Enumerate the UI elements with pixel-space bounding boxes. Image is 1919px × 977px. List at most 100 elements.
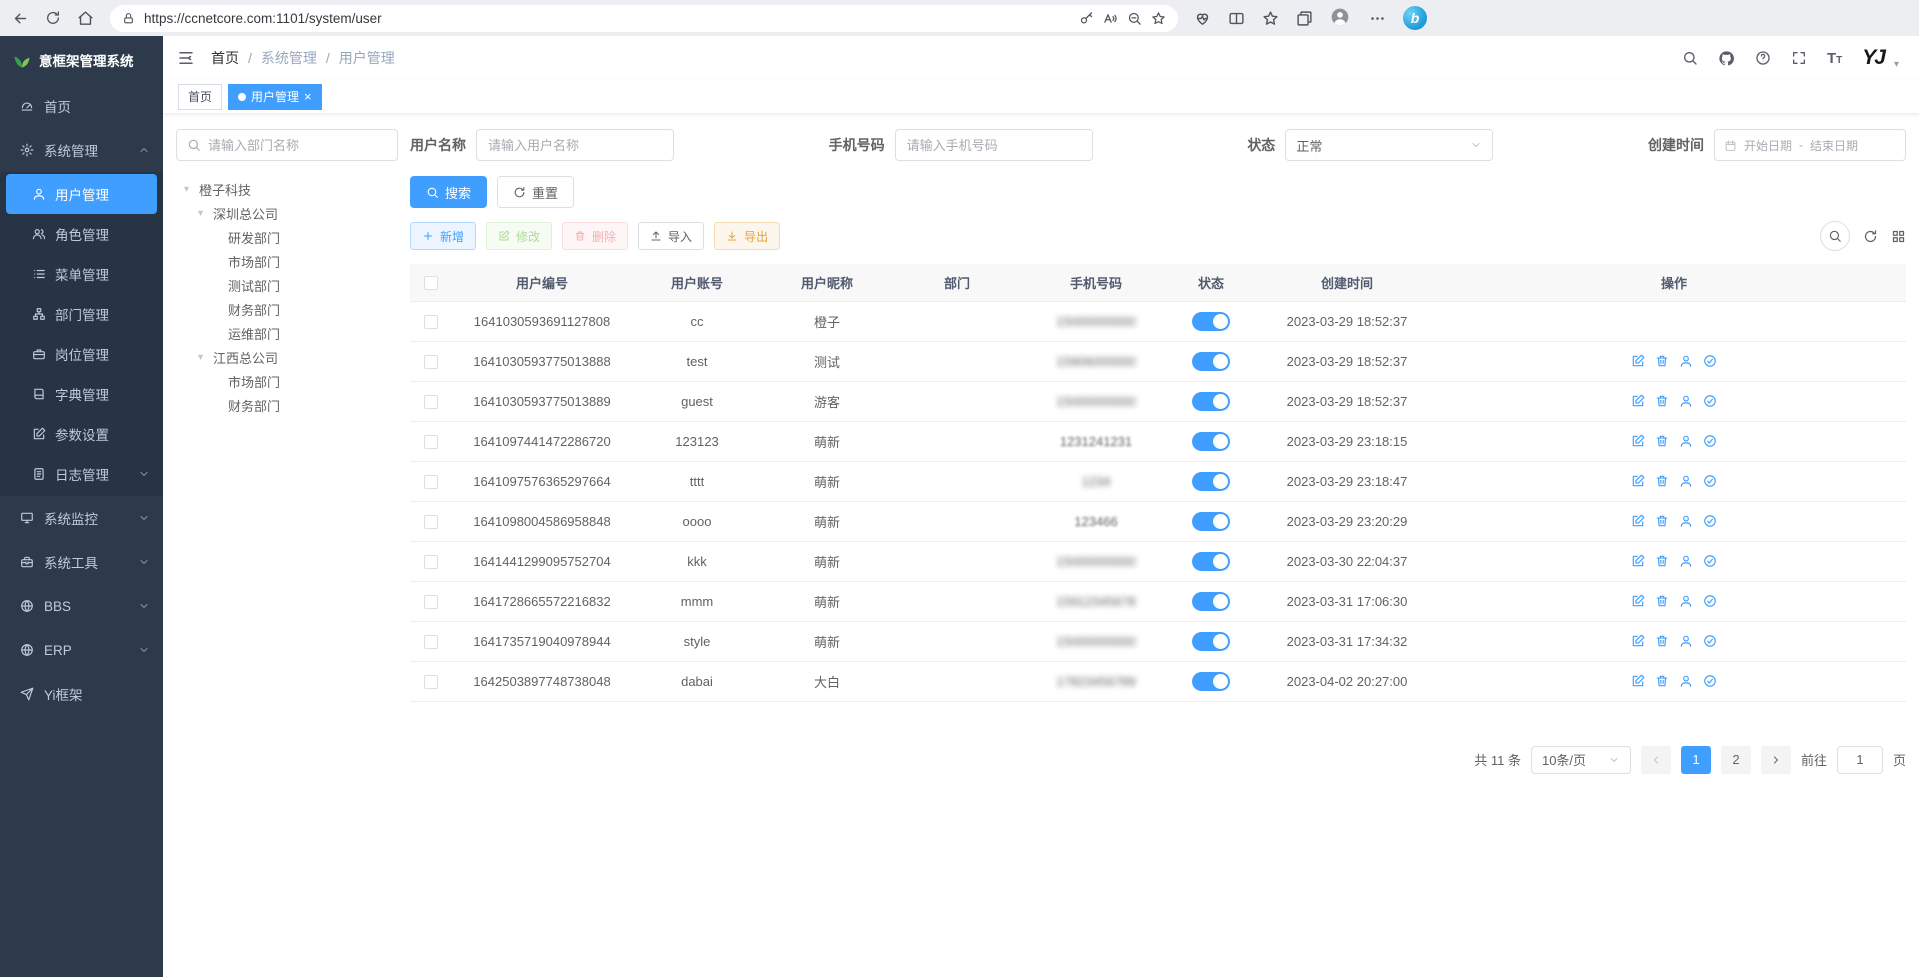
table-row[interactable]: 1641441299095752704 kkk 萌新 15000000000 2… (410, 541, 1906, 581)
delete-button[interactable]: 删除 (562, 222, 628, 250)
read-aloud-icon[interactable] (1103, 11, 1118, 26)
browser-essentials-icon[interactable] (1194, 10, 1211, 27)
username-input[interactable] (476, 129, 674, 161)
tree-expand-icon[interactable]: ▾ (198, 352, 208, 363)
sidebar-item-system-monitoring[interactable]: 系统监控 (0, 496, 163, 540)
select-all-checkbox[interactable] (424, 276, 438, 290)
url-text[interactable]: https://ccnetcore.com:1101/system/user (144, 11, 1070, 26)
tree-node[interactable]: 研发部门 (176, 225, 398, 249)
search-button[interactable]: 搜索 (410, 176, 487, 208)
delete-icon[interactable] (1655, 554, 1669, 568)
assign-role-icon[interactable] (1703, 514, 1717, 528)
table-row[interactable]: 1641097441472286720 123123 萌新 1231241231… (410, 421, 1906, 461)
export-button[interactable]: 导出 (714, 222, 780, 250)
delete-icon[interactable] (1655, 594, 1669, 608)
goto-page-input[interactable] (1837, 746, 1883, 774)
edit-icon[interactable] (1631, 354, 1645, 368)
assign-role-icon[interactable] (1703, 594, 1717, 608)
import-button[interactable]: 导入 (638, 222, 704, 250)
table-row[interactable]: 1641735719040978944 style 萌新 15000000000… (410, 621, 1906, 661)
status-toggle[interactable] (1192, 632, 1230, 651)
column-settings-icon[interactable] (1891, 229, 1906, 244)
github-icon[interactable] (1718, 50, 1735, 67)
table-row[interactable]: 1641030593775013888 test 测试 15906000000 … (410, 341, 1906, 381)
reset-password-icon[interactable] (1679, 674, 1693, 688)
delete-icon[interactable] (1655, 634, 1669, 648)
reset-password-icon[interactable] (1679, 634, 1693, 648)
saved-password-icon[interactable] (1079, 11, 1094, 26)
table-row[interactable]: 1641728665572216832 mmm 萌新 15912345678 2… (410, 581, 1906, 621)
reset-password-icon[interactable] (1679, 594, 1693, 608)
page-size-select[interactable]: 10条/页 (1531, 746, 1631, 774)
row-checkbox[interactable] (424, 355, 438, 369)
browser-more-icon[interactable] (1369, 10, 1386, 27)
close-tab-icon[interactable]: × (304, 90, 312, 103)
fullscreen-icon[interactable] (1791, 50, 1807, 66)
tree-node[interactable]: 财务部门 (176, 393, 398, 417)
zoom-icon[interactable] (1127, 11, 1142, 26)
date-start-placeholder[interactable]: 开始日期 (1744, 137, 1792, 154)
browser-refresh-icon[interactable] (45, 10, 61, 26)
browser-back-icon[interactable] (12, 10, 29, 27)
table-row[interactable]: 1641030593775013889 guest 游客 15000000000… (410, 381, 1906, 421)
table-row[interactable]: 1641030593691127808 cc 橙子 15000000000 20… (410, 301, 1906, 341)
add-favorite-icon[interactable] (1151, 11, 1166, 26)
phone-input[interactable] (895, 129, 1093, 161)
sidebar-item-post-management[interactable]: 岗位管理 (0, 334, 163, 374)
next-page-button[interactable] (1761, 746, 1791, 774)
reset-password-icon[interactable] (1679, 514, 1693, 528)
status-toggle[interactable] (1192, 592, 1230, 611)
site-permissions-icon[interactable] (122, 12, 135, 25)
split-screen-icon[interactable] (1228, 10, 1245, 27)
department-search-input[interactable] (208, 138, 387, 153)
edit-icon[interactable] (1631, 634, 1645, 648)
sidebar-item-role-management[interactable]: 角色管理 (0, 214, 163, 254)
row-checkbox[interactable] (424, 475, 438, 489)
header-search-icon[interactable] (1682, 50, 1698, 66)
sidebar-item-system-tools[interactable]: 系统工具 (0, 540, 163, 584)
sidebar-item-home[interactable]: 首页 (0, 84, 163, 128)
row-checkbox[interactable] (424, 315, 438, 329)
status-toggle[interactable] (1192, 352, 1230, 371)
modify-button[interactable]: 修改 (486, 222, 552, 250)
status-toggle[interactable] (1192, 312, 1230, 331)
reset-button[interactable]: 重置 (497, 176, 574, 208)
tree-node[interactable]: 市场部门 (176, 369, 398, 393)
sidebar-item-system-management[interactable]: 系统管理 (0, 128, 163, 172)
browser-profile-avatar[interactable] (1330, 7, 1352, 29)
edit-icon[interactable] (1631, 514, 1645, 528)
sidebar-item-erp[interactable]: ERP (0, 628, 163, 672)
status-select[interactable]: 正常 (1285, 129, 1493, 161)
created-time-range-picker[interactable]: 开始日期 - 结束日期 (1714, 129, 1906, 161)
sidebar-item-yi-framework[interactable]: Yi框架 (0, 672, 163, 716)
tree-expand-icon[interactable]: ▾ (198, 208, 208, 219)
row-checkbox[interactable] (424, 515, 438, 529)
font-size-icon[interactable]: TT (1827, 50, 1842, 67)
reset-password-icon[interactable] (1679, 354, 1693, 368)
tree-node[interactable]: 测试部门 (176, 273, 398, 297)
tab-user-management[interactable]: 用户管理 × (228, 84, 322, 110)
row-checkbox[interactable] (424, 395, 438, 409)
add-button[interactable]: 新增 (410, 222, 476, 250)
status-toggle[interactable] (1192, 472, 1230, 491)
tree-node[interactable]: 财务部门 (176, 297, 398, 321)
delete-icon[interactable] (1655, 474, 1669, 488)
sidebar-item-department-management[interactable]: 部门管理 (0, 294, 163, 334)
tree-node[interactable]: ▾江西总公司 (176, 345, 398, 369)
status-toggle[interactable] (1192, 672, 1230, 691)
row-checkbox[interactable] (424, 555, 438, 569)
edit-icon[interactable] (1631, 474, 1645, 488)
status-toggle[interactable] (1192, 392, 1230, 411)
edit-icon[interactable] (1631, 394, 1645, 408)
tree-node[interactable]: ▾橙子科技 (176, 177, 398, 201)
table-row[interactable]: 1642503897748738048 dabai 大白 17823456789… (410, 661, 1906, 701)
copilot-icon[interactable]: b (1403, 6, 1427, 30)
edit-icon[interactable] (1631, 434, 1645, 448)
edit-icon[interactable] (1631, 594, 1645, 608)
page-button-1[interactable]: 1 (1681, 746, 1711, 774)
sidebar-item-user-management[interactable]: 用户管理 (6, 174, 157, 214)
reset-password-icon[interactable] (1679, 554, 1693, 568)
status-toggle[interactable] (1192, 432, 1230, 451)
assign-role-icon[interactable] (1703, 474, 1717, 488)
row-checkbox[interactable] (424, 635, 438, 649)
